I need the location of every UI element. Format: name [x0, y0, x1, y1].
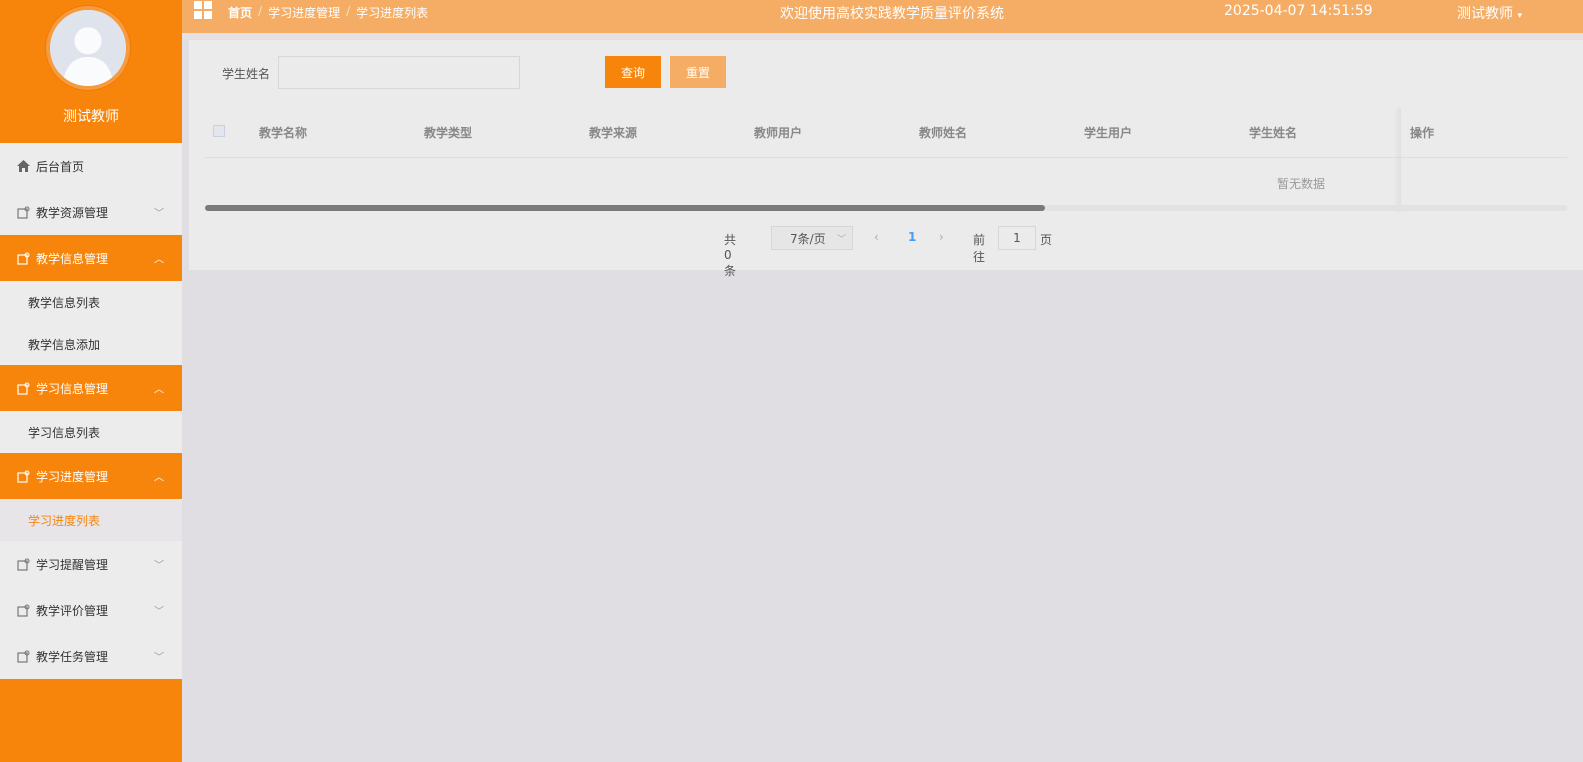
sidebar-item-label: 教学评价管理 [36, 603, 109, 618]
goto-page-input[interactable]: 1 [998, 226, 1036, 250]
chevron-up-icon: ︿ [154, 254, 164, 266]
query-button[interactable]: 查询 [605, 56, 661, 88]
avatar[interactable] [46, 6, 130, 90]
sidebar: 测试教师 后台首页 教学资源管理 ﹀ 教学信息管理 ︿ 教学信息列表 教学信息添… [0, 0, 182, 762]
table-header: 教学名称 教学类型 教学来源 教师用户 教师姓名 学生用户 学生姓名 操作 [205, 108, 1567, 158]
chevron-down-icon: ﹀ [154, 606, 164, 618]
top-header: 首页 / 学习进度管理 / 学习进度列表 欢迎使用高校实践教学质量评价系统 20… [182, 0, 1583, 33]
document-icon [16, 649, 30, 663]
sidebar-subitem-info-list[interactable]: 教学信息列表 [0, 281, 182, 323]
next-page-icon[interactable]: › [939, 230, 944, 244]
column-header: 学生姓名 [1249, 126, 1298, 140]
student-name-input[interactable] [278, 56, 520, 89]
chevron-down-icon: ﹀ [154, 652, 164, 664]
home-icon [16, 159, 30, 173]
sidebar-item-label: 教学资源管理 [36, 205, 109, 220]
header-divider [182, 33, 1583, 39]
column-header: 教师姓名 [919, 126, 968, 140]
sidebar-subitem-info-add[interactable]: 教学信息添加 [0, 323, 182, 365]
sidebar-item-task[interactable]: 教学任务管理 ﹀ [0, 633, 182, 679]
breadcrumb-home[interactable]: 首页 [228, 4, 252, 21]
sidebar-item-info[interactable]: 教学信息管理 ︿ [0, 235, 182, 281]
datetime: 2025-04-07 14:51:59 [1224, 3, 1373, 19]
sidebar-item-home[interactable]: 后台首页 [0, 143, 182, 189]
breadcrumb-section[interactable]: 学习进度管理 [268, 4, 340, 21]
document-icon [16, 557, 30, 571]
breadcrumb-current: 学习进度列表 [356, 6, 429, 20]
sidebar-item-reminder[interactable]: 学习提醒管理 ﹀ [0, 541, 182, 587]
chevron-down-icon: ﹀ [836, 234, 846, 245]
column-header: 教学类型 [424, 126, 473, 140]
chevron-down-icon: ﹀ [154, 560, 164, 572]
user-name: 测试教师 [1457, 6, 1513, 22]
breadcrumb: 首页 / 学习进度管理 / 学习进度列表 [228, 4, 428, 21]
goto-label: 前往 [973, 233, 986, 264]
page-size-value: 7条/页 [790, 231, 826, 246]
select-all-checkbox[interactable] [213, 125, 225, 137]
document-icon [16, 603, 30, 617]
page-unit-label: 页 [1040, 233, 1053, 247]
sidebar-item-progress[interactable]: 学习进度管理 ︿ [0, 453, 182, 499]
breadcrumb-separator: / [346, 4, 351, 18]
column-header-actions: 操作 [1410, 126, 1435, 140]
sidebar-item-evaluation[interactable]: 教学评价管理 ﹀ [0, 587, 182, 633]
sidebar-item-label: 学习提醒管理 [36, 557, 109, 572]
column-header: 教师用户 [754, 126, 803, 140]
search-label: 学生姓名 [222, 67, 271, 81]
table-body: 暂无数据 [205, 158, 1567, 208]
sidebar-menu: 后台首页 教学资源管理 ﹀ 教学信息管理 ︿ 教学信息列表 教学信息添加 学习信… [0, 143, 182, 679]
system-title: 欢迎使用高校实践教学质量评价系统 [780, 6, 1004, 22]
document-icon [16, 469, 30, 483]
document-icon [16, 251, 30, 265]
sidebar-item-label: 教学任务管理 [36, 649, 109, 664]
column-header: 教学来源 [589, 126, 638, 140]
sidebar-item-resource[interactable]: 教学资源管理 ﹀ [0, 189, 182, 235]
chevron-up-icon: ︿ [154, 384, 164, 396]
sidebar-item-label: 教学信息管理 [36, 251, 109, 266]
sidebar-item-label: 学习进度管理 [36, 469, 109, 484]
column-header: 学生用户 [1084, 126, 1133, 140]
total-count: 共 0 条 [724, 233, 737, 278]
column-header: 教学名称 [259, 126, 308, 140]
main-panel: 学生姓名 查询 重置 教学名称 教学类型 教学来源 教师用户 教师姓名 学生用户… [189, 40, 1583, 278]
page-size-select[interactable]: 7条/页 ﹀ [771, 226, 853, 250]
chevron-up-icon: ︿ [154, 472, 164, 484]
caret-down-icon: ▾ [1517, 11, 1522, 21]
horizontal-scrollbar[interactable] [205, 205, 1567, 211]
breadcrumb-separator: / [258, 4, 263, 18]
empty-text: 暂无数据 [1277, 177, 1326, 191]
scrollbar-thumb[interactable] [205, 205, 1045, 211]
sidebar-subitem-study-list[interactable]: 学习信息列表 [0, 411, 182, 453]
sidebar-item-label: 后台首页 [36, 159, 85, 174]
data-table: 教学名称 教学类型 教学来源 教师用户 教师姓名 学生用户 学生姓名 操作 暂无… [205, 108, 1567, 212]
document-icon [16, 205, 30, 219]
prev-page-icon[interactable]: ‹ [874, 230, 879, 244]
sidebar-item-label: 学习信息管理 [36, 381, 109, 396]
grid-menu-icon[interactable] [194, 1, 212, 19]
chevron-down-icon: ﹀ [154, 208, 164, 220]
sidebar-footer [0, 683, 182, 762]
profile: 测试教师 [0, 0, 182, 143]
page-number[interactable]: 1 [908, 230, 916, 244]
fixed-column-divider [1399, 108, 1401, 212]
avatar-image [50, 10, 126, 86]
sidebar-subitem-progress-list[interactable]: 学习进度列表 [0, 499, 182, 541]
sidebar-item-study[interactable]: 学习信息管理 ︿ [0, 365, 182, 411]
profile-name: 测试教师 [63, 109, 119, 125]
user-menu[interactable]: 测试教师 ▾ [1457, 3, 1522, 23]
reset-button[interactable]: 重置 [670, 56, 726, 88]
document-icon [16, 381, 30, 395]
